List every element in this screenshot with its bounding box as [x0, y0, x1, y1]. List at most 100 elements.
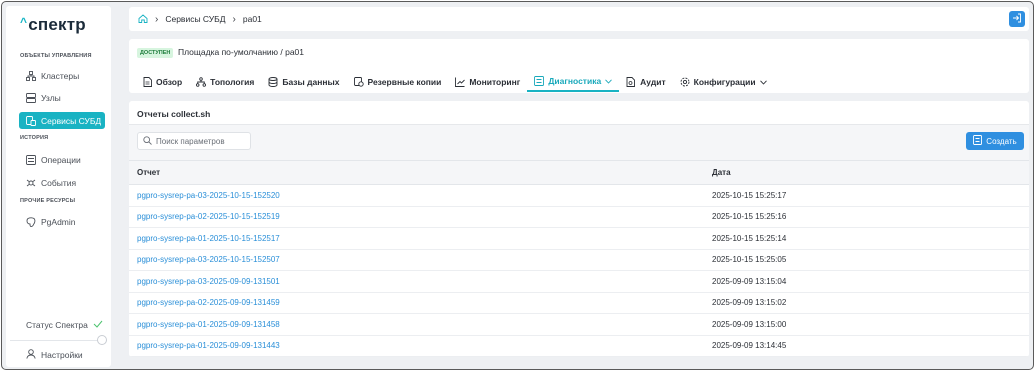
report-link[interactable]: pgpro-sysrep-pa-01-2025-10-15-152517 [129, 227, 704, 250]
report-link[interactable]: pgpro-sysrep-pa-02-2025-10-15-152519 [129, 206, 704, 228]
chevron-down-icon [759, 77, 767, 87]
sidebar-item-clusters[interactable]: Кластеры [19, 67, 105, 84]
report-link[interactable]: pgpro-sysrep-pa-02-2025-09-09-131459 [129, 292, 704, 314]
home-icon[interactable] [138, 13, 148, 25]
create-label: Создать [986, 136, 1017, 146]
sidebar-item-label: Кластеры [41, 70, 80, 81]
sidebar-section-management: ОБЪЕКТЫ УПРАВЛЕНИЯ [20, 53, 92, 59]
service-location: Площадка по-умолчанию / pa01 [178, 47, 305, 57]
tab-topology[interactable]: Топология [189, 72, 261, 92]
chevron-right-icon: › [155, 13, 159, 25]
tab-label: Резервные копии [367, 77, 442, 87]
table-header-row: Отчет Дата [129, 160, 1029, 185]
sidebar-item-db-services[interactable]: Сервисы СУБД [19, 112, 105, 129]
chevron-down-icon [605, 76, 613, 86]
report-date: 2025-09-09 13:15:02 [704, 292, 1029, 314]
collapse-sidebar-button[interactable] [97, 335, 107, 345]
topology-icon [196, 77, 207, 87]
tab-diagnostics[interactable]: Диагностика [527, 72, 620, 92]
table-row: pgpro-sysrep-pa-01-2025-09-09-131458 2025… [129, 313, 1029, 336]
tab-label: Аудит [640, 77, 666, 87]
tab-audit[interactable]: Аудит [619, 72, 672, 92]
diagnostics-icon [534, 76, 545, 86]
cluster-icon [26, 70, 36, 81]
settings-label: Настройки [41, 350, 83, 360]
sidebar-item-pgadmin[interactable]: PgAdmin [19, 213, 105, 230]
tab-configurations[interactable]: Конфигурации [673, 72, 774, 92]
sidebar-section-history: ИСТОРИЯ [20, 135, 49, 141]
sidebar-divider [10, 340, 107, 341]
chart-icon [455, 77, 466, 87]
report-date: 2025-09-09 13:15:00 [704, 313, 1029, 336]
sidebar-item-nodes[interactable]: Узлы [19, 89, 105, 106]
app-window: ^спектр ОБЪЕКТЫ УПРАВЛЕНИЯ Кластеры Узлы… [1, 1, 1034, 370]
document-icon [142, 77, 152, 87]
page-title: Отчеты collect.sh [137, 109, 211, 119]
column-header-date[interactable]: Дата [704, 160, 1029, 185]
report-link[interactable]: pgpro-sysrep-pa-03-2025-10-15-152507 [129, 249, 704, 271]
backup-icon [353, 77, 364, 87]
logout-button[interactable] [1009, 11, 1025, 27]
sidebar-item-label: Сервисы СУБД [41, 115, 102, 126]
gear-icon [680, 77, 690, 87]
report-link[interactable]: pgpro-sysrep-pa-03-2025-09-09-131501 [129, 270, 704, 293]
sidebar-item-label: Узлы [41, 92, 61, 103]
reports-panel: Отчеты collect.sh Создать Отчет Дата pgp… [129, 101, 1029, 357]
status-label: Статус Спектра [26, 320, 88, 330]
report-date: 2025-10-15 15:25:17 [704, 184, 1029, 207]
create-report-button[interactable]: Создать [966, 132, 1024, 150]
sidebar: ^спектр ОБЪЕКТЫ УПРАВЛЕНИЯ Кластеры Узлы… [6, 6, 111, 367]
sidebar-item-settings[interactable]: Настройки [26, 349, 83, 361]
database-icon [268, 77, 278, 87]
sidebar-item-label: PgAdmin [41, 216, 76, 227]
reports-toolbar: Создать [129, 124, 1029, 160]
sidebar-item-label: События [41, 177, 77, 188]
breadcrumb-current: pa01 [242, 14, 262, 24]
app-logo[interactable]: ^спектр [20, 15, 86, 35]
report-date: 2025-09-09 13:15:04 [704, 270, 1029, 293]
report-date: 2025-10-15 15:25:05 [704, 249, 1029, 271]
tab-label: Базы данных [282, 77, 340, 87]
table-row: pgpro-sysrep-pa-01-2025-09-09-131443 2025… [129, 335, 1029, 357]
breadcrumb-db-services[interactable]: Сервисы СУБД [165, 14, 225, 24]
search-icon [143, 135, 152, 147]
pgadmin-icon [26, 216, 36, 227]
tab-label: Мониторинг [469, 77, 521, 87]
report-date: 2025-09-09 13:14:45 [704, 335, 1029, 357]
document-add-icon [973, 135, 983, 147]
sidebar-item-events[interactable]: События [19, 174, 105, 191]
tab-databases[interactable]: Базы данных [261, 72, 346, 92]
tab-monitoring[interactable]: Мониторинг [448, 72, 527, 92]
breadcrumb: › Сервисы СУБД › pa01 [129, 7, 1029, 31]
status-badge: ДОСТУПЕН [137, 48, 174, 58]
report-link[interactable]: pgpro-sysrep-pa-01-2025-09-09-131458 [129, 313, 704, 336]
report-date: 2025-10-15 15:25:16 [704, 206, 1029, 228]
report-link[interactable]: pgpro-sysrep-pa-03-2025-10-15-152520 [129, 184, 704, 207]
operations-icon [26, 154, 36, 165]
check-icon [93, 320, 103, 330]
column-header-report[interactable]: Отчет [129, 160, 704, 185]
audit-icon [626, 77, 636, 87]
service-tabs: Обзор Топология Базы данных Резервные ко… [135, 72, 774, 92]
tab-label: Топология [210, 77, 255, 87]
sidebar-item-label: Операции [41, 154, 81, 165]
table-row: pgpro-sysrep-pa-02-2025-10-15-152519 2025… [129, 206, 1029, 228]
search-input[interactable] [156, 136, 246, 146]
tab-backups[interactable]: Резервные копии [347, 72, 449, 92]
logout-icon [1012, 13, 1022, 25]
service-header: ДОСТУПЕН Площадка по-умолчанию / pa01 Об… [129, 39, 1029, 93]
spectr-status[interactable]: Статус Спектра [26, 320, 103, 330]
table-row: pgpro-sysrep-pa-03-2025-10-15-152520 2025… [129, 184, 1029, 207]
sidebar-section-other: ПРОЧИЕ РЕСУРСЫ [20, 198, 76, 204]
table-row: pgpro-sysrep-pa-03-2025-09-09-131501 2025… [129, 270, 1029, 293]
report-link[interactable]: pgpro-sysrep-pa-01-2025-09-09-131443 [129, 335, 704, 357]
tab-overview[interactable]: Обзор [135, 72, 189, 92]
search-box[interactable] [137, 132, 251, 150]
logo-caret-icon: ^ [20, 15, 28, 29]
user-icon [26, 349, 36, 361]
reports-table: Отчет Дата pgpro-sysrep-pa-03-2025-10-15… [129, 160, 1029, 357]
table-row: pgpro-sysrep-pa-01-2025-10-15-152517 2025… [129, 227, 1029, 250]
sidebar-item-operations[interactable]: Операции [19, 151, 105, 168]
tab-label: Диагностика [548, 76, 602, 86]
events-icon [26, 178, 36, 188]
